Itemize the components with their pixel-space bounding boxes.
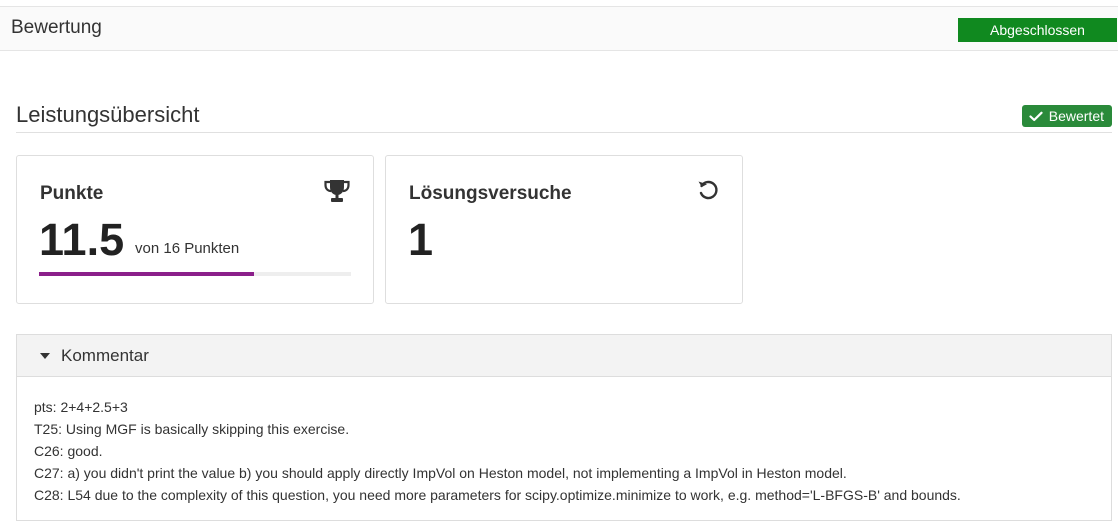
attempts-card: Lösungsversuche 1 (385, 155, 743, 304)
comment-line: C28: L54 due to the complexity of this q… (34, 487, 961, 503)
points-card: Punkte 11.5 von 16 Punkten (16, 155, 374, 304)
page-title: Bewertung (11, 17, 102, 38)
comment-line: pts: 2+4+2.5+3 (34, 399, 128, 415)
comment-line: C27: a) you didn't print the value b) yo… (34, 465, 847, 481)
points-progress-fill (39, 272, 255, 276)
comment-body: pts: 2+4+2.5+3 T25: Using MGF is basical… (34, 396, 1101, 506)
attempts-value: 1 (408, 214, 434, 265)
graded-badge-label: Bewertet (1048, 108, 1104, 124)
points-card-title: Punkte (40, 183, 104, 204)
comment-toggle[interactable]: Kommentar (17, 335, 1111, 377)
assessment-header: Bewertung Abgeschlossen (0, 6, 1118, 51)
reload-icon (696, 178, 720, 207)
status-badge: Abgeschlossen (958, 18, 1117, 42)
trophy-icon (323, 178, 351, 209)
attempts-card-title: Lösungsversuche (409, 183, 572, 204)
graded-badge: Bewertet (1021, 105, 1112, 127)
comment-line: T25: Using MGF is basically skipping thi… (34, 421, 350, 437)
points-max-text: von 16 Punkten (135, 240, 240, 257)
overview-heading: Leistungsübersicht (16, 102, 200, 127)
comment-panel: Kommentar pts: 2+4+2.5+3 T25: Using MGF … (16, 334, 1112, 521)
points-value: 11.5 (39, 214, 125, 265)
comment-toggle-label: Kommentar (61, 346, 149, 365)
comment-line: C26: good. (34, 443, 103, 459)
overview-section-header: Leistungsübersicht Bewertet (16, 100, 1112, 133)
points-progress-bar (39, 272, 351, 276)
caret-down-icon (40, 353, 50, 359)
check-icon (1029, 111, 1043, 121)
